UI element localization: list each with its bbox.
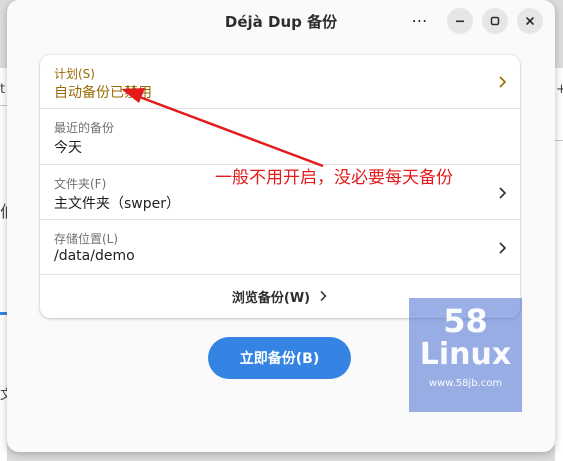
background-app-panel-right: [555, 68, 563, 461]
background-app-divider: [0, 105, 7, 106]
background-app-text: t: [0, 82, 6, 97]
deja-dup-window: Déjà Dup 备份 ⋯ 计划(S) 自动备份已禁用 最近的备份 今天 文件夹…: [7, 0, 555, 452]
background-app-text: +: [556, 82, 563, 97]
annotation-arrow: [121, 88, 324, 168]
background-app-accent: [0, 312, 7, 315]
background-app-divider-right: [555, 140, 563, 141]
